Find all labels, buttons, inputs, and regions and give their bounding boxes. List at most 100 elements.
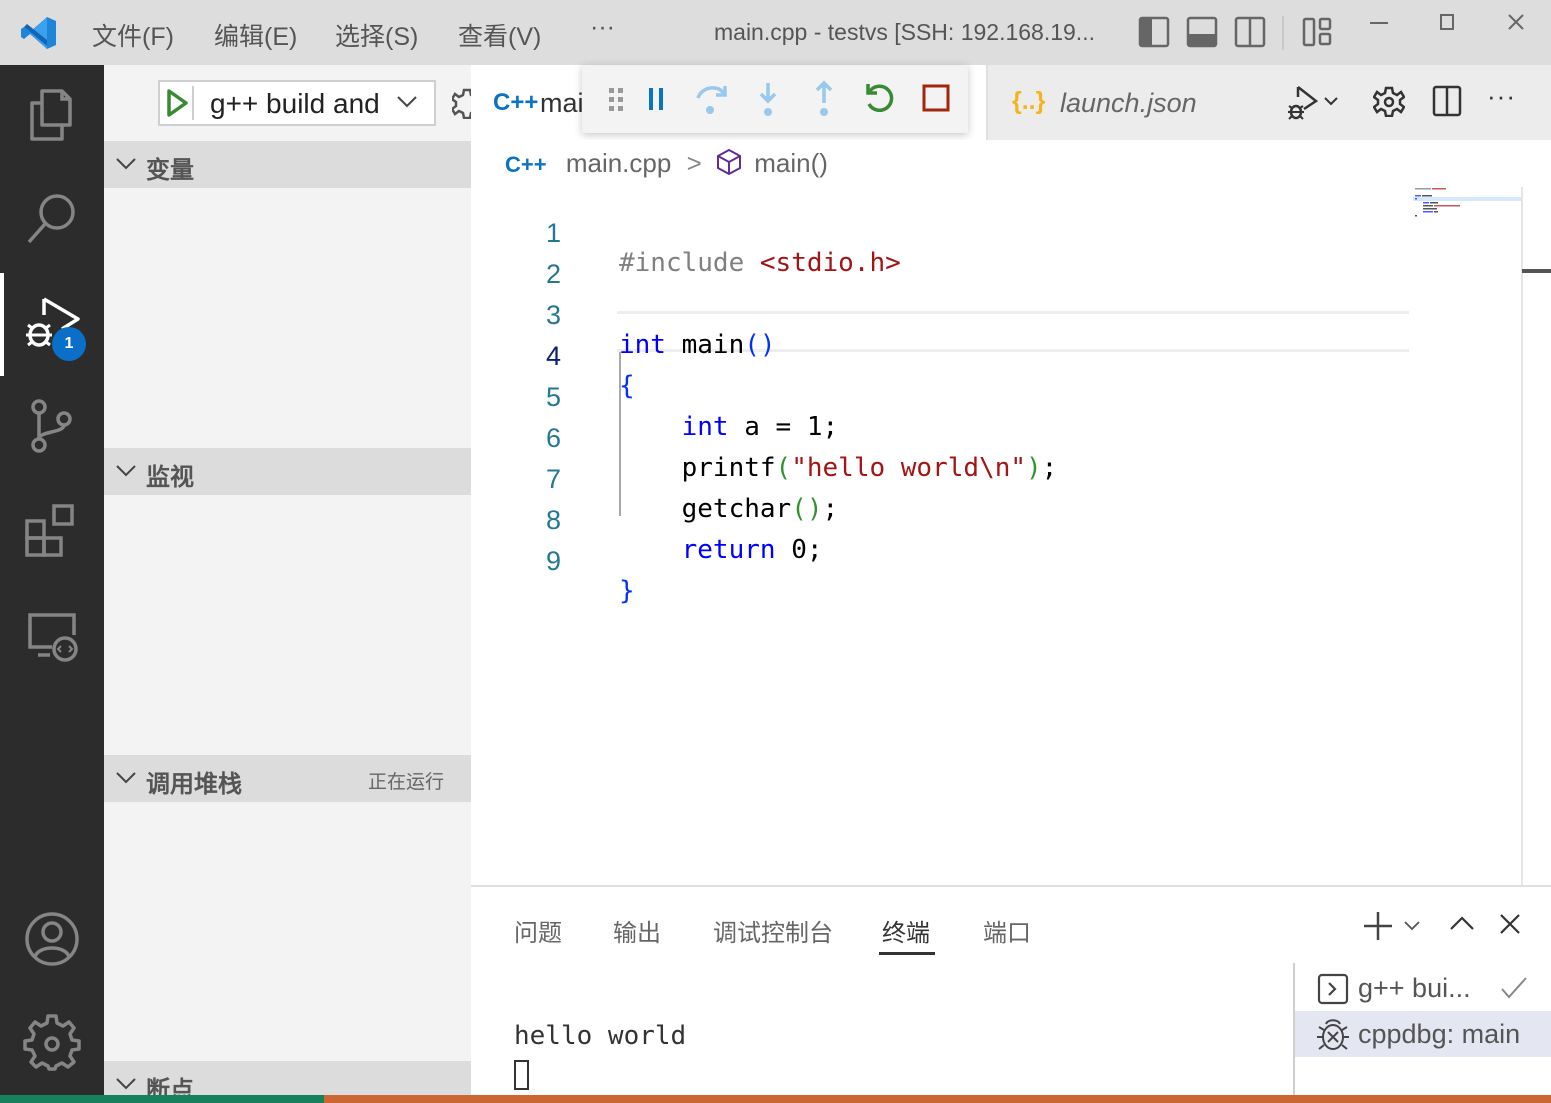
chevron-down-icon — [397, 96, 417, 108]
section-watch[interactable]: 监视 — [104, 448, 471, 495]
terminal-item[interactable]: g++ bui... — [1295, 965, 1551, 1011]
terminal-output[interactable]: hello world — [514, 1021, 686, 1051]
menu-selection[interactable]: 选择(S) — [335, 17, 418, 53]
tab-output[interactable]: 输出 — [613, 913, 661, 948]
terminal-icon — [1317, 973, 1349, 1005]
status-bar — [0, 1095, 1551, 1103]
code-editor[interactable]: C++ main.cpp > main() 1 #include <stdio.… — [471, 140, 1551, 885]
maximize-button[interactable] — [1440, 14, 1454, 30]
section-title: 变量 — [146, 157, 194, 184]
tab-debug-console[interactable]: 调试控制台 — [713, 913, 833, 948]
debug-badge: 1 — [52, 327, 86, 361]
code-line: 5 int a = 1; — [471, 352, 1411, 442]
chevron-down-icon — [116, 158, 136, 170]
minimap[interactable] — [1413, 185, 1521, 225]
code-line: 2 — [471, 229, 1411, 289]
section-breakpoints[interactable]: 断点 — [104, 1061, 471, 1095]
check-icon — [1501, 977, 1527, 999]
vertical-scrollbar[interactable] — [1521, 187, 1523, 885]
menu-more[interactable]: ··· — [590, 13, 615, 42]
menu-view[interactable]: 查看(V) — [458, 17, 541, 53]
symbol-method-icon — [716, 148, 741, 176]
toggle-secondary-sidebar-icon[interactable] — [1234, 16, 1266, 48]
code-line: 4 { — [471, 311, 1411, 401]
terminal-item[interactable]: cppdbg: main — [1295, 1011, 1551, 1057]
step-out-icon[interactable] — [804, 79, 844, 119]
launch-config-label: g++ build and — [210, 88, 380, 119]
code-line: 9 } — [471, 516, 1411, 606]
cpp-file-icon: C++ — [505, 152, 547, 177]
tab-launch-json[interactable]: {..} launch.json — [986, 65, 1256, 140]
step-over-icon[interactable] — [692, 79, 732, 119]
tab-ports[interactable]: 端口 — [983, 913, 1031, 948]
chevron-down-icon — [116, 465, 136, 477]
section-title: 断点 — [146, 1077, 194, 1095]
debug-bug-icon — [1317, 1019, 1349, 1050]
section-title: 监视 — [146, 464, 194, 491]
breadcrumb-file[interactable]: main.cpp — [566, 148, 672, 178]
play-icon — [167, 89, 188, 117]
debug-toolbar — [582, 65, 968, 133]
drag-handle-icon[interactable] — [596, 79, 636, 119]
source-control-icon[interactable] — [22, 397, 82, 457]
terminal-label: g++ bui... — [1358, 973, 1471, 1003]
search-icon[interactable] — [22, 188, 82, 248]
window-title: main.cpp - testvs [SSH: 192.168.19... — [714, 19, 1095, 45]
chevron-down-icon[interactable] — [1403, 919, 1421, 933]
terminal-cursor — [514, 1060, 529, 1090]
debug-sidebar: g++ build and 变量 监视 调用堆栈 正在运行 断点 — [104, 65, 471, 1095]
explorer-icon[interactable] — [22, 85, 82, 145]
start-debugging-button[interactable] — [164, 86, 194, 120]
section-variables[interactable]: 变量 — [104, 141, 471, 188]
more-actions-button[interactable]: ··· — [1487, 81, 1516, 112]
run-debug-dropdown-icon[interactable] — [1284, 83, 1340, 123]
scrollbar-cursor-marker — [1522, 269, 1551, 273]
launch-config-select[interactable]: g++ build and — [158, 80, 436, 126]
menu-edit[interactable]: 编辑(E) — [214, 17, 297, 53]
bottom-panel: 问题 输出 调试控制台 终端 端口 hello world g++ bui... — [471, 885, 1551, 1097]
json-file-icon: {..} — [1012, 87, 1046, 115]
tab-terminal[interactable]: 终端 — [882, 913, 930, 948]
section-call-stack[interactable]: 调用堆栈 正在运行 — [104, 755, 471, 802]
breadcrumb-separator: > — [686, 148, 702, 178]
call-stack-status: 正在运行 — [367, 772, 444, 793]
stop-icon[interactable] — [916, 79, 956, 119]
toggle-primary-sidebar-icon[interactable] — [1138, 16, 1170, 48]
extensions-icon[interactable] — [22, 501, 82, 561]
remote-explorer-icon[interactable] — [22, 607, 82, 667]
maximize-panel-chevron-up-icon[interactable] — [1449, 913, 1475, 933]
menu-file[interactable]: 文件(F) — [92, 17, 174, 53]
title-bar: 文件(F) 编辑(E) 选择(S) 查看(V) ··· main.cpp - t… — [0, 0, 1551, 65]
settings-gear-icon[interactable] — [1373, 85, 1405, 117]
accounts-icon[interactable] — [22, 909, 82, 969]
tab-label: launch.json — [1060, 88, 1197, 118]
pause-icon[interactable] — [636, 79, 676, 119]
split-editor-icon[interactable] — [1432, 85, 1462, 117]
toggle-panel-icon[interactable] — [1186, 16, 1218, 48]
titlebar-divider — [1282, 16, 1284, 50]
terminal-list: g++ bui... cppdbg: main — [1293, 963, 1551, 1097]
vscode-logo-icon — [21, 17, 56, 49]
tab-problems[interactable]: 问题 — [514, 913, 562, 948]
step-into-icon[interactable] — [748, 79, 788, 119]
active-tab-indicator — [879, 952, 935, 955]
line-content: } — [619, 576, 635, 606]
chevron-down-icon — [116, 1078, 136, 1090]
terminal-label: cppdbg: main — [1358, 1019, 1521, 1049]
code-line: 1 #include <stdio.h> — [471, 188, 1411, 278]
manage-gear-icon[interactable] — [22, 1011, 82, 1071]
new-terminal-plus-icon[interactable] — [1361, 909, 1395, 943]
close-window-icon[interactable] — [1507, 13, 1525, 31]
remote-indicator[interactable] — [0, 1095, 324, 1103]
cpp-file-icon: C++ — [493, 89, 539, 116]
customize-layout-icon[interactable] — [1302, 16, 1334, 48]
open-launch-json-gear-icon[interactable] — [452, 87, 471, 119]
minimize-button[interactable] — [1370, 22, 1388, 24]
code-line: 3 int main() — [471, 270, 1411, 360]
close-panel-icon[interactable] — [1499, 913, 1521, 935]
active-indicator — [0, 273, 4, 376]
tab-label: mai — [540, 88, 584, 118]
breadcrumb-symbol[interactable]: main() — [754, 148, 828, 178]
breadcrumb: C++ main.cpp > main() — [505, 148, 828, 179]
restart-icon[interactable] — [860, 79, 900, 119]
